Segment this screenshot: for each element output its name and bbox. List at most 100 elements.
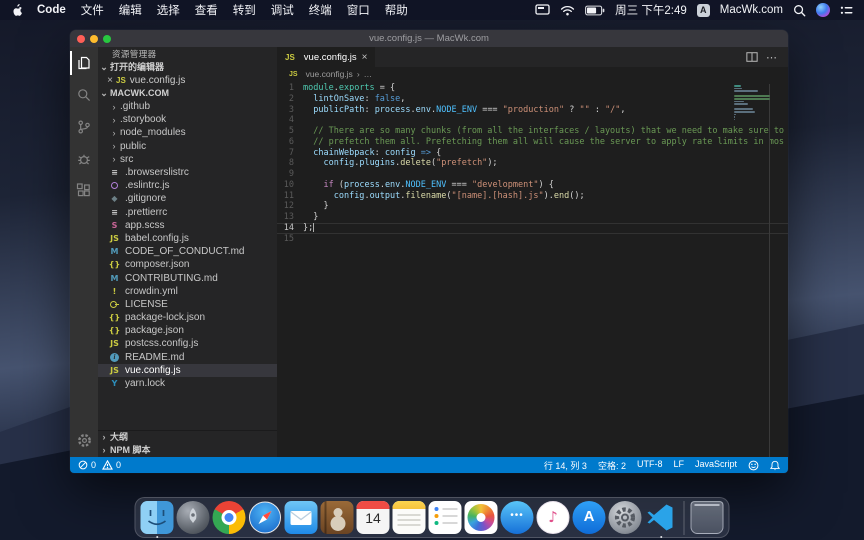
file-item-crowdin.yml[interactable]: !crowdin.yml <box>98 285 277 298</box>
code-line-5[interactable]: 5 // There are so many chunks (from all … <box>277 126 788 137</box>
dock-itunes[interactable] <box>537 501 570 534</box>
code-line-9[interactable]: 9 <box>277 169 788 180</box>
file-item-.storybook[interactable]: ›.storybook <box>98 113 277 126</box>
menu-item-4[interactable]: 转到 <box>233 5 256 17</box>
dock-reminders[interactable] <box>429 501 462 534</box>
display-icon[interactable] <box>535 4 550 16</box>
menu-item-7[interactable]: 窗口 <box>347 5 370 17</box>
menu-account-text[interactable]: MacWk.com <box>720 4 783 16</box>
menu-item-1[interactable]: 编辑 <box>119 5 142 17</box>
wifi-icon[interactable] <box>560 5 575 16</box>
code-line-13[interactable]: 13 } <box>277 212 788 223</box>
apple-menu[interactable] <box>11 3 23 17</box>
menu-item-6[interactable]: 终端 <box>309 5 332 17</box>
code-line-11[interactable]: 11 config.output.filename("[name].[hash]… <box>277 191 788 202</box>
notification-center-icon[interactable] <box>840 5 853 16</box>
outline-section-header[interactable]: › 大纲 <box>98 431 277 444</box>
dock-messages[interactable] <box>501 501 534 534</box>
status-item-2[interactable]: UTF-8 <box>637 459 663 472</box>
dock-safari[interactable] <box>249 501 282 534</box>
menu-item-3[interactable]: 查看 <box>195 5 218 17</box>
code-line-14[interactable]: 14}; <box>277 223 788 234</box>
code-line-6[interactable]: 6 // prefetch them all. Prefetching them… <box>277 137 788 148</box>
menu-item-2[interactable]: 选择 <box>157 5 180 17</box>
file-item-yarn.lock[interactable]: Yyarn.lock <box>98 377 277 390</box>
explorer-icon[interactable] <box>70 47 98 79</box>
file-item-CODE_OF_CONDUCT.md[interactable]: MCODE_OF_CONDUCT.md <box>98 245 277 258</box>
dock-photos[interactable] <box>465 501 498 534</box>
dock-calendar[interactable]: 14 <box>357 501 390 534</box>
code-line-7[interactable]: 7 chainWebpack: config => { <box>277 148 788 159</box>
file-item-app.scss[interactable]: Sapp.scss <box>98 219 277 232</box>
code-line-2[interactable]: 2 lintOnSave: false, <box>277 94 788 105</box>
status-item-0[interactable]: 行 14, 列 3 <box>544 459 587 472</box>
input-source-icon[interactable]: A <box>697 4 710 17</box>
code-line-15[interactable]: 15 <box>277 234 788 245</box>
code-line-10[interactable]: 10 if (process.env.NODE_ENV === "develop… <box>277 180 788 191</box>
breadcrumb-more[interactable]: … <box>364 69 373 79</box>
file-item-LICENSE[interactable]: LICENSE <box>98 298 277 311</box>
feedback-smiley-icon[interactable] <box>748 460 759 471</box>
debug-icon[interactable] <box>70 143 98 175</box>
more-actions-icon[interactable]: ⋯ <box>766 51 778 64</box>
breadcrumb-file[interactable]: vue.config.js <box>306 69 353 79</box>
notifications-bell-icon[interactable] <box>770 460 780 471</box>
file-item-README.md[interactable]: iREADME.md <box>98 351 277 364</box>
status-item-3[interactable]: LF <box>673 459 684 472</box>
source-control-icon[interactable] <box>70 111 98 143</box>
code-line-4[interactable]: 4 <box>277 115 788 126</box>
file-item-postcss.config.js[interactable]: JSpostcss.config.js <box>98 337 277 350</box>
dock-contacts[interactable] <box>321 501 354 534</box>
search-icon[interactable] <box>793 4 806 17</box>
open-editors-header[interactable]: ⌄ 打开的编辑器 <box>98 61 277 74</box>
npm-scripts-section-header[interactable]: › NPM 脚本 <box>98 444 277 457</box>
dock-system-preferences[interactable] <box>609 501 642 534</box>
split-editor-icon[interactable] <box>746 51 758 63</box>
window-title-bar[interactable]: vue.config.js — MacWk.com <box>70 30 788 47</box>
dock-launchpad[interactable] <box>177 501 210 534</box>
dock-trash[interactable] <box>691 501 724 534</box>
file-item-package.json[interactable]: {}package.json <box>98 324 277 337</box>
project-section-header[interactable]: ⌄ MACWK.COM <box>98 87 277 100</box>
file-item-.browserslistrc[interactable]: ≡.browserslistrc <box>98 166 277 179</box>
file-item-babel.config.js[interactable]: JSbabel.config.js <box>98 232 277 245</box>
code-line-1[interactable]: 1module.exports = { <box>277 83 788 94</box>
minimap[interactable] <box>734 85 786 124</box>
open-editor-item[interactable]: × JS vue.config.js <box>98 74 277 87</box>
code-line-12[interactable]: 12 } <box>277 201 788 212</box>
extensions-icon[interactable] <box>70 175 98 207</box>
menu-clock[interactable]: 周三 下午2:49 <box>615 2 687 18</box>
status-item-1[interactable]: 空格: 2 <box>598 459 626 472</box>
code-editor[interactable]: 1module.exports = {2 lintOnSave: false,3… <box>277 81 788 457</box>
battery-icon[interactable] <box>585 5 605 16</box>
problems-indicator[interactable]: 0 0 <box>78 460 121 470</box>
file-item-src[interactable]: ›src <box>98 153 277 166</box>
menu-item-5[interactable]: 调试 <box>271 5 294 17</box>
menu-item-0[interactable]: 文件 <box>81 5 104 17</box>
menu-item-8[interactable]: 帮助 <box>385 5 408 17</box>
tab-vue-config[interactable]: JS vue.config.js × <box>277 47 375 67</box>
code-line-3[interactable]: 3 publicPath: process.env.NODE_ENV === "… <box>277 105 788 116</box>
file-item-public[interactable]: ›public <box>98 140 277 153</box>
settings-gear-icon[interactable] <box>70 423 98 457</box>
breadcrumb[interactable]: JS vue.config.js › … <box>277 67 788 81</box>
file-item-composer.json[interactable]: {}composer.json <box>98 258 277 271</box>
code-line-8[interactable]: 8 config.plugins.delete("prefetch"); <box>277 158 788 169</box>
file-item-node_modules[interactable]: ›node_modules <box>98 126 277 139</box>
file-item-.gitignore[interactable]: ◆.gitignore <box>98 192 277 205</box>
dock-vscode[interactable] <box>645 501 678 534</box>
tab-close-icon[interactable]: × <box>362 52 368 63</box>
dock-finder[interactable] <box>141 501 174 534</box>
dock-mail[interactable] <box>285 501 318 534</box>
file-item-vue.config.js[interactable]: JSvue.config.js <box>98 364 277 377</box>
status-item-4[interactable]: JavaScript <box>695 459 737 472</box>
dock-notes[interactable] <box>393 501 426 534</box>
file-item-.eslintrc.js[interactable]: .eslintrc.js <box>98 179 277 192</box>
search-view-icon[interactable] <box>70 79 98 111</box>
file-item-.prettierrc[interactable]: ≡.prettierrc <box>98 206 277 219</box>
close-icon[interactable]: × <box>104 74 116 87</box>
menu-app-name[interactable]: Code <box>37 4 66 16</box>
file-item-.github[interactable]: ›.github <box>98 100 277 113</box>
siri-icon[interactable] <box>816 3 830 17</box>
file-item-package-lock.json[interactable]: {}package-lock.json <box>98 311 277 324</box>
